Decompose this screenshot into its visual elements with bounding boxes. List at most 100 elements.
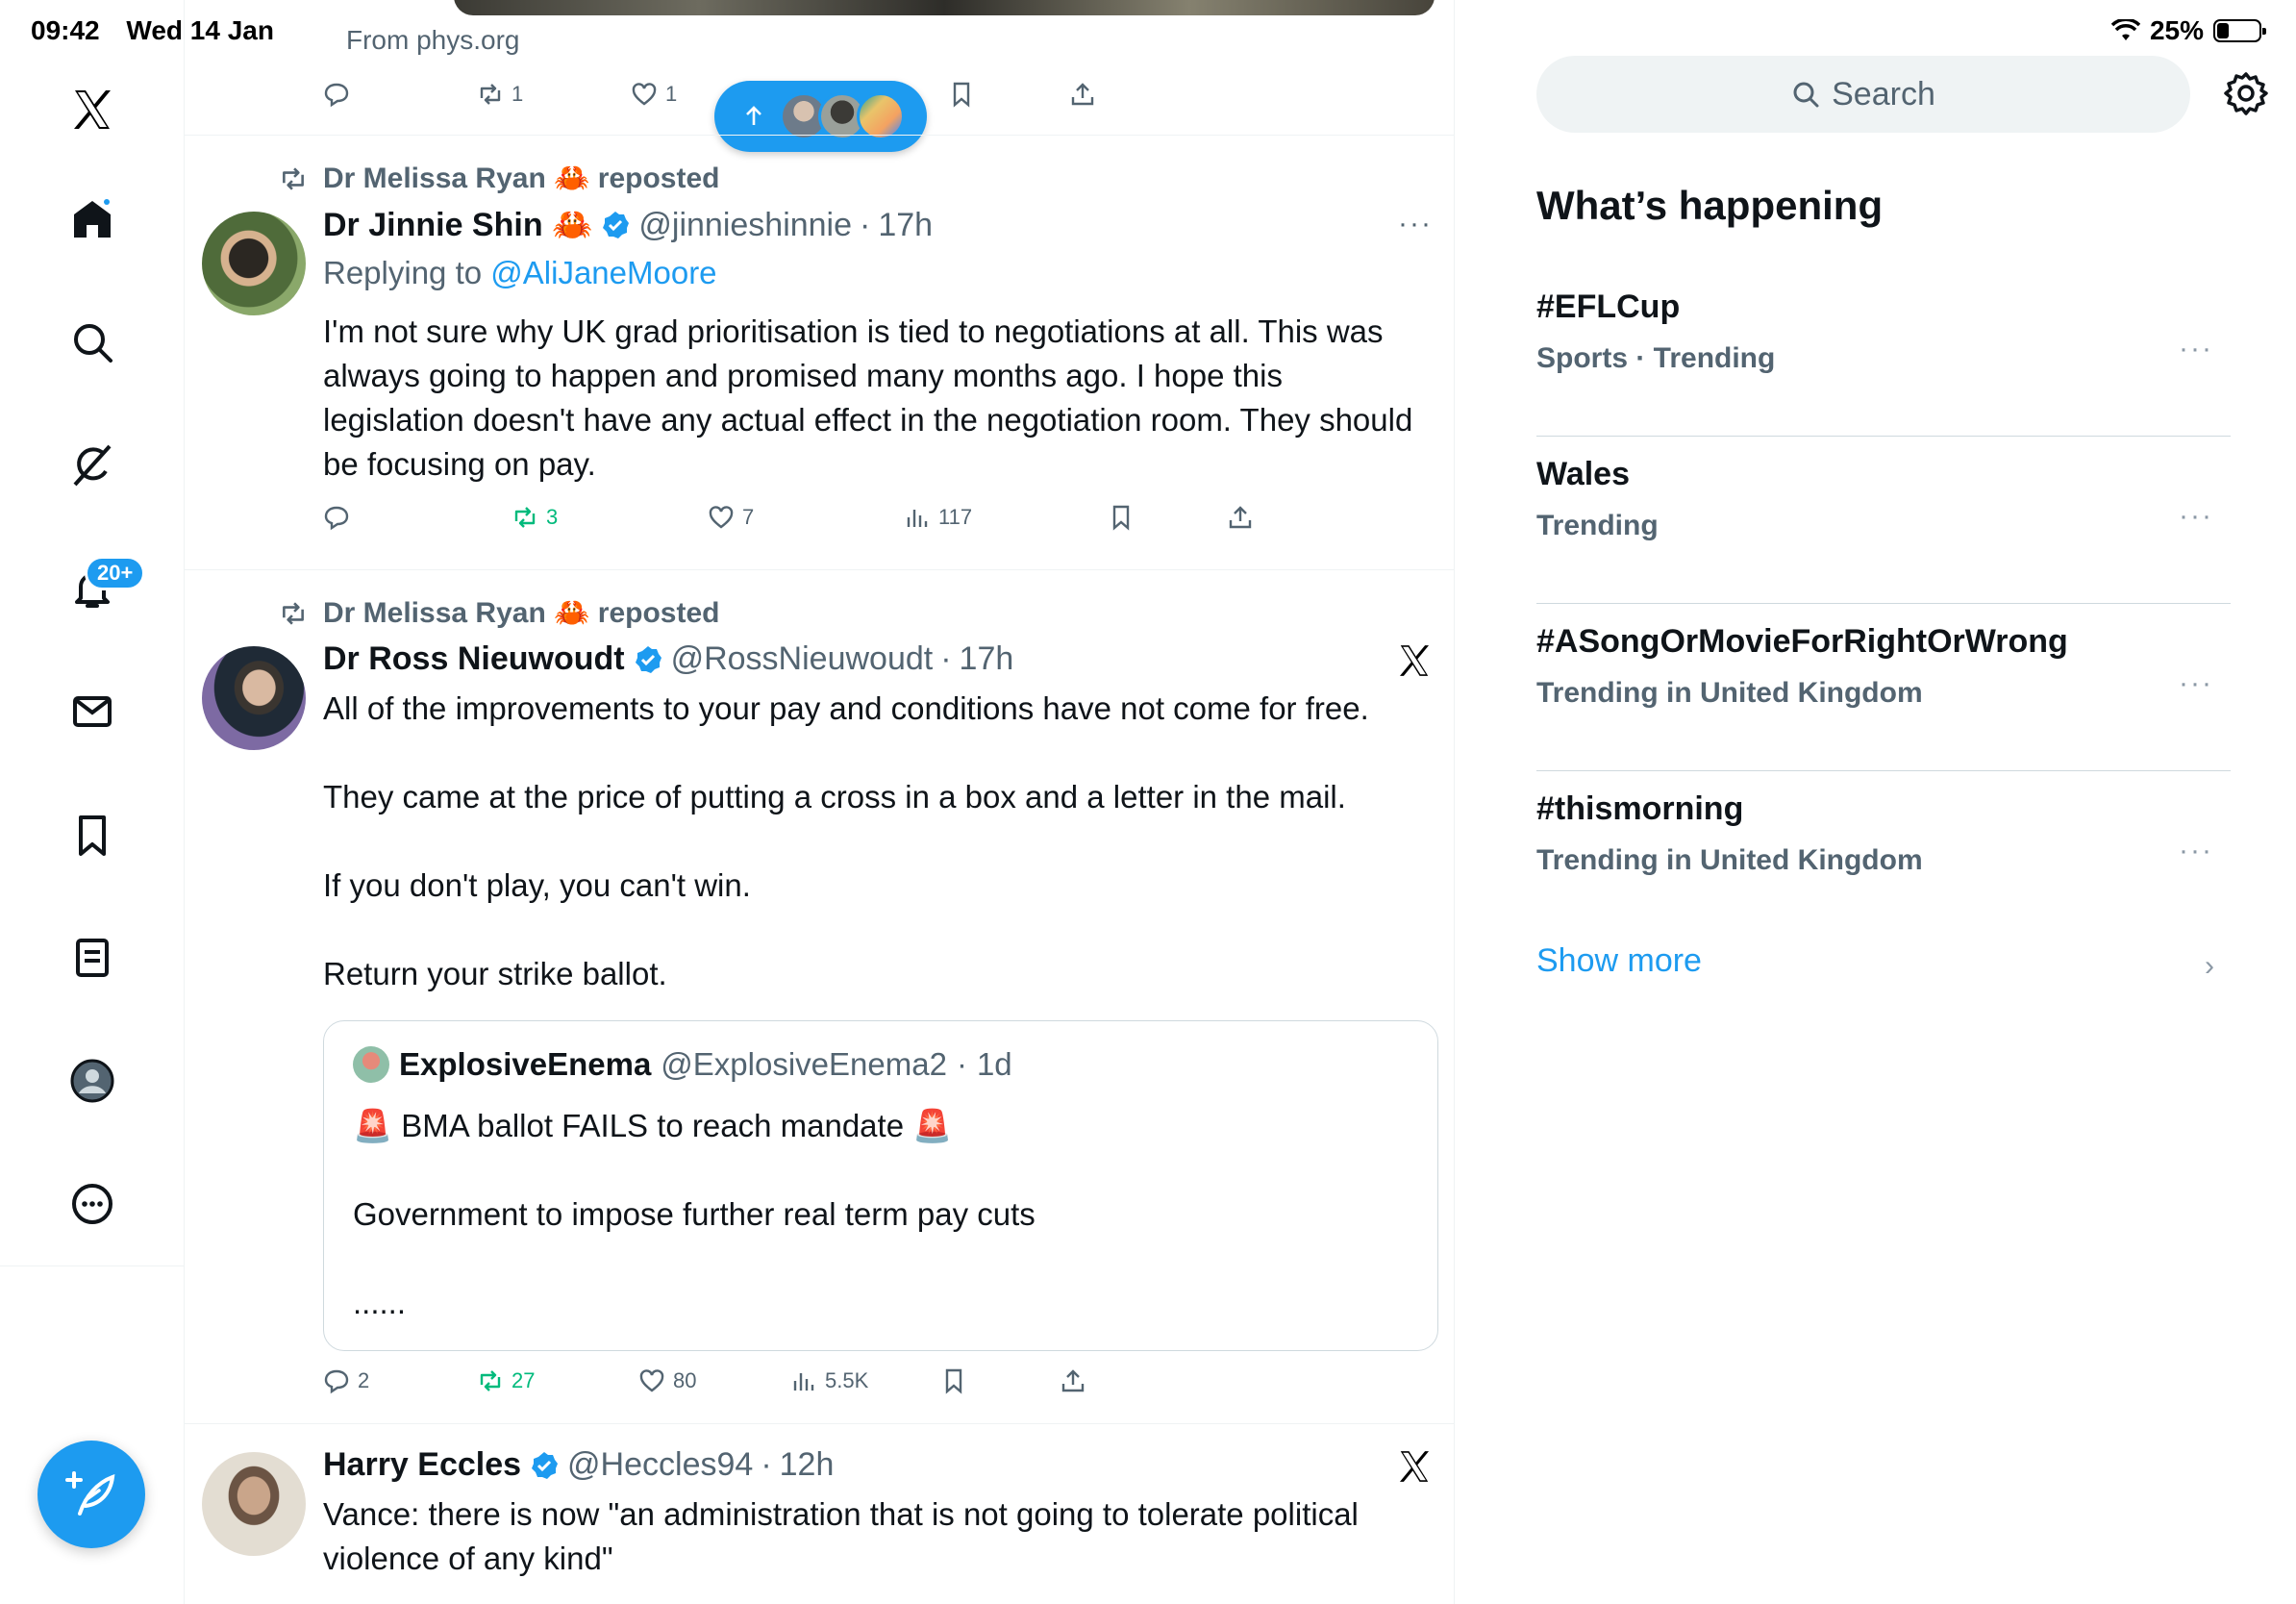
- repost-by-label: Dr Melissa Ryan 🦀 reposted: [323, 163, 720, 194]
- avatar: [857, 92, 905, 140]
- link-source[interactable]: From phys.org: [346, 25, 520, 56]
- trend-meta: Trending in United Kingdom: [1536, 844, 1923, 876]
- reply-icon: [324, 1369, 349, 1394]
- x-logo-icon[interactable]: [63, 81, 121, 138]
- quoted-author-handle[interactable]: @ExplosiveEnema2: [661, 1046, 947, 1083]
- like-button[interactable]: 1: [631, 81, 677, 108]
- share-button[interactable]: [1060, 1367, 1086, 1394]
- replying-to-link[interactable]: @AliJaneMoore: [490, 255, 716, 290]
- x-logo-icon[interactable]: [1396, 642, 1433, 679]
- home-icon[interactable]: [63, 190, 121, 248]
- share-icon: [1061, 1369, 1085, 1392]
- quoted-post[interactable]: ExplosiveEnema @ExplosiveEnema2 · 1d 🚨 B…: [323, 1020, 1438, 1351]
- heart-icon: [632, 83, 657, 106]
- grok-icon[interactable]: [63, 437, 121, 494]
- whats-happening-title: What’s happening: [1536, 183, 1884, 228]
- repost-count: 27: [512, 1368, 536, 1392]
- replying-prefix: Replying to: [323, 255, 491, 290]
- trend-more-button[interactable]: ···: [2179, 333, 2213, 365]
- post-time[interactable]: 17h: [878, 207, 933, 244]
- views-chart-icon: [907, 510, 928, 527]
- bookmark-button[interactable]: [940, 1367, 967, 1394]
- views-button[interactable]: 5.5K: [790, 1367, 868, 1394]
- profile-icon[interactable]: [63, 1052, 121, 1110]
- reply-icon: [324, 506, 349, 531]
- repost-icon: [283, 601, 304, 625]
- sidebar: 20+: [0, 0, 185, 1604]
- trend-meta: Sports · Trending: [1536, 342, 1776, 374]
- author-handle[interactable]: @RossNieuwoudt: [671, 640, 934, 678]
- right-panel: Search What’s happening #EFLCup Sports ·…: [1455, 0, 2296, 1604]
- author-handle[interactable]: @Heccles94: [567, 1446, 753, 1484]
- bookmarks-icon[interactable]: [63, 806, 121, 864]
- verified-badge-icon: [603, 212, 630, 238]
- share-button[interactable]: [1227, 504, 1254, 531]
- timeline[interactable]: From phys.org 1 1 Dr Melissa Ryan 🦀 repo…: [185, 0, 1455, 1604]
- lists-icon[interactable]: [63, 929, 121, 987]
- post-header: Dr Jinnie Shin 🦀 @jinnieshinnie · 17h: [323, 206, 933, 244]
- repost-icon: [283, 166, 304, 190]
- trend-name: #EFLCup: [1536, 288, 1681, 325]
- post-time[interactable]: 12h: [780, 1446, 835, 1484]
- dot-separator: ·: [860, 206, 871, 243]
- trend-item[interactable]: #ASongOrMovieForRightOrWrong Trending in…: [1536, 604, 2231, 771]
- repost-button[interactable]: 27: [477, 1367, 535, 1394]
- verified-badge-icon: [635, 645, 661, 673]
- quoted-author-name[interactable]: ExplosiveEnema: [399, 1046, 651, 1083]
- author-name[interactable]: Dr Ross Nieuwoudt: [323, 640, 625, 678]
- post-text: Vance: there is now "an administration t…: [323, 1496, 1368, 1576]
- heart-icon: [639, 1369, 664, 1392]
- search-placeholder: Search: [1832, 75, 1935, 113]
- dot-separator: ·: [956, 1046, 967, 1082]
- repost-button[interactable]: 1: [477, 81, 523, 108]
- reply-button[interactable]: [323, 81, 350, 108]
- trend-item[interactable]: #thismorning Trending in United Kingdom …: [1536, 771, 2231, 939]
- reply-icon: [324, 83, 349, 108]
- post-header: Dr Ross Nieuwoudt @RossNieuwoudt · 17h: [323, 640, 1013, 678]
- dot-separator: ·: [761, 1446, 772, 1483]
- views-count: 117: [938, 505, 973, 529]
- bookmark-button[interactable]: [1108, 504, 1135, 531]
- compose-feather-icon: [65, 1471, 115, 1516]
- views-button[interactable]: 117: [904, 504, 972, 531]
- like-button[interactable]: 7: [708, 504, 754, 531]
- trend-item[interactable]: Wales Trending ···: [1536, 437, 2231, 604]
- avatar[interactable]: [353, 1046, 389, 1083]
- more-icon[interactable]: [63, 1175, 121, 1233]
- trend-name: #ASongOrMovieForRightOrWrong: [1536, 623, 2068, 660]
- repost-button[interactable]: 3: [512, 504, 558, 531]
- author-handle[interactable]: @jinnieshinnie: [638, 207, 852, 244]
- reply-button[interactable]: 2: [323, 1367, 369, 1394]
- post-time[interactable]: 17h: [960, 640, 1014, 678]
- repost-count: 3: [546, 505, 559, 529]
- post-divider: [185, 135, 1454, 136]
- compose-button[interactable]: [37, 1441, 145, 1548]
- previous-post-image[interactable]: [454, 0, 1435, 15]
- search-bar[interactable]: Search: [1536, 56, 2190, 133]
- heart-icon: [709, 506, 734, 529]
- avatar[interactable]: [202, 1452, 306, 1556]
- bookmark-button[interactable]: [948, 81, 975, 108]
- quoted-post-time[interactable]: 1d: [977, 1046, 1012, 1083]
- reply-button[interactable]: [323, 504, 350, 531]
- trend-more-button[interactable]: ···: [2179, 500, 2213, 533]
- show-more-link[interactable]: Show more: [1536, 942, 1702, 980]
- avatar[interactable]: [202, 212, 306, 315]
- x-logo-icon[interactable]: [1396, 1448, 1433, 1485]
- author-name[interactable]: Harry Eccles: [323, 1446, 521, 1484]
- author-name[interactable]: Dr Jinnie Shin 🦀: [323, 206, 592, 244]
- messages-icon[interactable]: [63, 683, 121, 740]
- like-button[interactable]: 80: [638, 1367, 696, 1394]
- post-header: Harry Eccles @Heccles94 · 12h: [323, 1446, 834, 1484]
- new-posts-pill[interactable]: [714, 81, 927, 152]
- trend-item[interactable]: #EFLCup Sports · Trending ···: [1536, 269, 2231, 437]
- search-icon[interactable]: [63, 313, 121, 371]
- share-icon: [1229, 506, 1252, 529]
- trend-more-button[interactable]: ···: [2179, 667, 2213, 700]
- post-more-button[interactable]: ···: [1398, 208, 1433, 240]
- quoted-post-header: ExplosiveEnema @ExplosiveEnema2 · 1d: [353, 1046, 1012, 1083]
- trend-more-button[interactable]: ···: [2179, 835, 2213, 867]
- gear-icon[interactable]: [2224, 71, 2268, 115]
- share-button[interactable]: [1069, 81, 1096, 108]
- avatar[interactable]: [202, 646, 306, 750]
